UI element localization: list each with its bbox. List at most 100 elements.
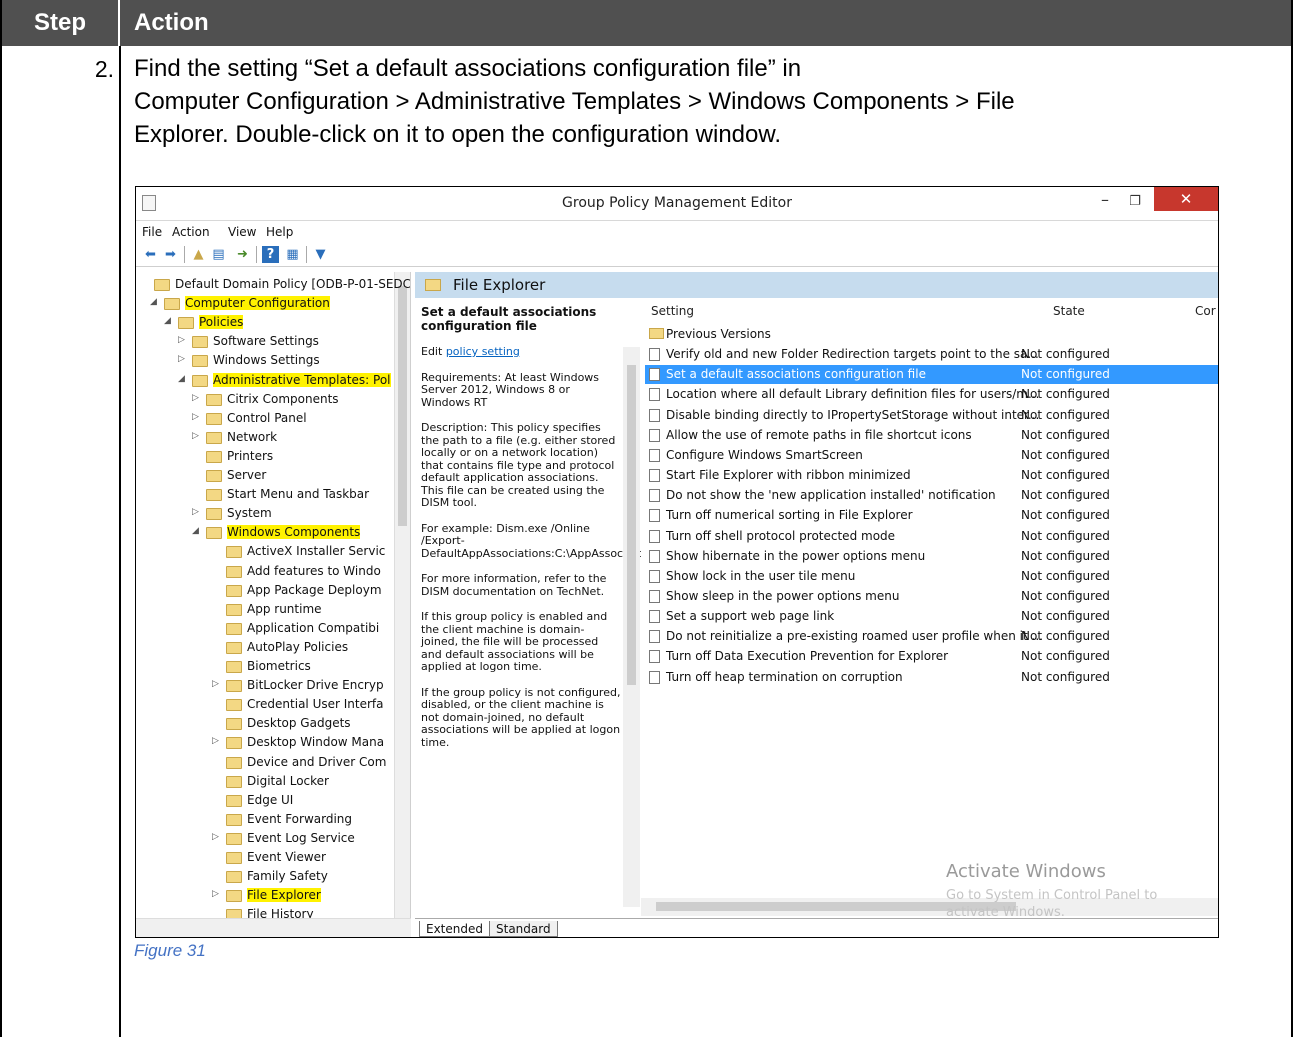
example-text: For example: Dism.exe /Online /Export-De… [421, 521, 642, 560]
menu-file[interactable]: File [142, 225, 162, 239]
setting-row[interactable]: Turn off heap termination on corruption N… [645, 668, 1218, 687]
setting-state: Not configured [1021, 528, 1110, 543]
setting-state: Not configured [1021, 468, 1110, 483]
forward-arrow-icon[interactable]: ➡ [162, 246, 179, 263]
policy-setting-icon [649, 569, 660, 583]
setting-row[interactable]: Disable binding directly to IPropertySet… [645, 406, 1218, 425]
expand-arrow-icon[interactable]: ◢ [164, 316, 174, 326]
enabled-text: If this group policy is enabled and the … [421, 610, 608, 673]
minimize-button[interactable]: – [1092, 191, 1118, 213]
tree-item-label: AutoPlay Policies [247, 639, 349, 654]
expand-arrow-icon[interactable]: ▷ [212, 832, 222, 842]
tree-item-label: Windows Settings [213, 353, 320, 368]
filter-icon[interactable]: ▼ [312, 246, 329, 263]
expand-arrow-icon[interactable]: ▷ [212, 736, 222, 746]
setting-row[interactable]: Set a default associations configuration… [645, 365, 1218, 385]
setting-state: Not configured [1021, 649, 1110, 664]
setting-name: Location where all default Library defin… [666, 387, 1040, 402]
expand-arrow-icon[interactable]: ▷ [178, 335, 188, 345]
setting-state: Not configured [1021, 568, 1110, 583]
column-comment[interactable]: Cor [1195, 304, 1216, 324]
expand-arrow-icon[interactable]: ◢ [178, 374, 188, 384]
export-list-icon[interactable]: ➜ [234, 246, 251, 263]
description-text: Description: This policy specifies the p… [421, 421, 616, 509]
menu-help[interactable]: Help [266, 225, 293, 239]
tree-item-label: File Explorer [247, 888, 321, 903]
more-info-text: For more information, refer to the DISM … [421, 572, 607, 598]
setting-row[interactable]: Turn off shell protocol protected mode No… [645, 527, 1218, 546]
gpme-screenshot: Group Policy Management Editor – ❐ ✕ Fil… [135, 186, 1219, 938]
expand-arrow-icon[interactable]: ◢ [192, 526, 202, 536]
panel-title: File Explorer [453, 276, 546, 294]
setting-row[interactable]: Start File Explorer with ribbon minimize… [645, 466, 1218, 485]
back-arrow-icon[interactable]: ⬅ [142, 246, 159, 263]
setting-row[interactable]: Do not show the 'new application install… [645, 486, 1218, 505]
expand-arrow-icon[interactable]: ▷ [178, 354, 188, 364]
folder-icon [178, 317, 194, 330]
folder-icon [425, 279, 441, 291]
title-bar: Group Policy Management Editor – ❐ ✕ [136, 187, 1218, 221]
activate-windows-subtitle: Go to System in Control Panel to activat… [946, 888, 1158, 920]
expand-arrow-icon[interactable]: ▷ [212, 889, 222, 899]
setting-row[interactable]: Allow the use of remote paths in file sh… [645, 426, 1218, 445]
menu-action[interactable]: Action [172, 225, 210, 239]
policy-setting-icon [649, 670, 660, 684]
setting-state: Not configured [1021, 447, 1110, 462]
show-hide-tree-icon[interactable]: ▤ [210, 246, 227, 263]
tree-item-label: Administrative Templates: Pol [213, 372, 391, 387]
expand-arrow-icon[interactable]: ◢ [150, 297, 160, 307]
column-setting[interactable]: Setting [651, 304, 694, 324]
tree-scroll-thumb[interactable] [398, 286, 407, 526]
setting-state: Not configured [1021, 367, 1110, 382]
folder-icon [226, 756, 242, 769]
tree-item-label: Start Menu and Taskbar [227, 487, 370, 502]
setting-row[interactable]: Show sleep in the power options menu Not … [645, 587, 1218, 606]
properties-icon[interactable]: ▦ [284, 246, 301, 263]
setting-row[interactable]: Do not reinitialize a pre-existing roame… [645, 627, 1218, 646]
folder-icon [192, 336, 208, 349]
tab-standard[interactable]: Standard [489, 921, 558, 937]
expand-arrow-icon[interactable]: ▷ [192, 507, 202, 517]
tab-extended[interactable]: Extended [419, 921, 490, 937]
setting-state: Not configured [1021, 427, 1110, 442]
maximize-button[interactable]: ❐ [1122, 191, 1148, 213]
tree-item-label: App Package Deploym [247, 582, 382, 597]
tree-item-label: Server [227, 468, 267, 482]
folder-icon [226, 641, 242, 654]
expand-arrow-icon[interactable]: ▷ [192, 431, 202, 441]
setting-name: Previous Versions [666, 327, 771, 341]
setting-row[interactable]: Show lock in the user tile menu Not confi… [645, 567, 1218, 586]
folder-icon [226, 737, 242, 750]
tree-item-label: Printers [227, 448, 274, 463]
help-icon[interactable]: ? [262, 246, 279, 263]
setting-row[interactable]: Turn off numerical sorting in File Explo… [645, 506, 1218, 525]
close-button[interactable]: ✕ [1154, 187, 1218, 211]
column-state[interactable]: State [1053, 304, 1085, 324]
tree-item-label: System [227, 506, 272, 521]
tree-item-label: Policies [199, 315, 244, 330]
folder-icon [206, 450, 222, 463]
setting-row[interactable]: Set a support web page link Not configure… [645, 607, 1218, 626]
setting-row[interactable]: Show hibernate in the power options menu… [645, 547, 1218, 566]
setting-row[interactable]: Turn off Data Execution Prevention for E… [645, 647, 1218, 666]
toolbar-separator [256, 246, 257, 263]
tree-item-label: Citrix Components [227, 391, 339, 406]
folder-icon [226, 622, 242, 635]
policy-setting-link[interactable]: policy setting [446, 345, 520, 358]
setting-row[interactable]: Previous Versions [645, 325, 1218, 344]
setting-row[interactable]: Verify old and new Folder Redirection ta… [645, 345, 1218, 364]
setting-row[interactable]: Location where all default Library defin… [645, 385, 1218, 404]
expand-arrow-icon[interactable]: ▷ [192, 393, 202, 403]
folder-icon [226, 775, 242, 788]
description-scroll-thumb[interactable] [627, 365, 636, 685]
menu-view[interactable]: View [228, 225, 256, 239]
setting-row[interactable]: Configure Windows SmartScreen Not configu… [645, 446, 1218, 465]
expand-arrow-icon[interactable]: ▷ [192, 412, 202, 422]
policy-tree[interactable]: Default Domain Policy [ODB-P-01-SEDC. ◢ Co… [136, 272, 411, 918]
panel-header: File Explorer [415, 272, 1218, 298]
setting-name: Verify old and new Folder Redirection ta… [666, 347, 1039, 362]
expand-arrow-icon[interactable]: ▷ [212, 679, 222, 689]
tree-horizontal-scrollbar[interactable] [136, 918, 411, 937]
setting-name: Show sleep in the power options menu [666, 588, 900, 603]
up-folder-icon[interactable]: ▲ [190, 246, 207, 263]
